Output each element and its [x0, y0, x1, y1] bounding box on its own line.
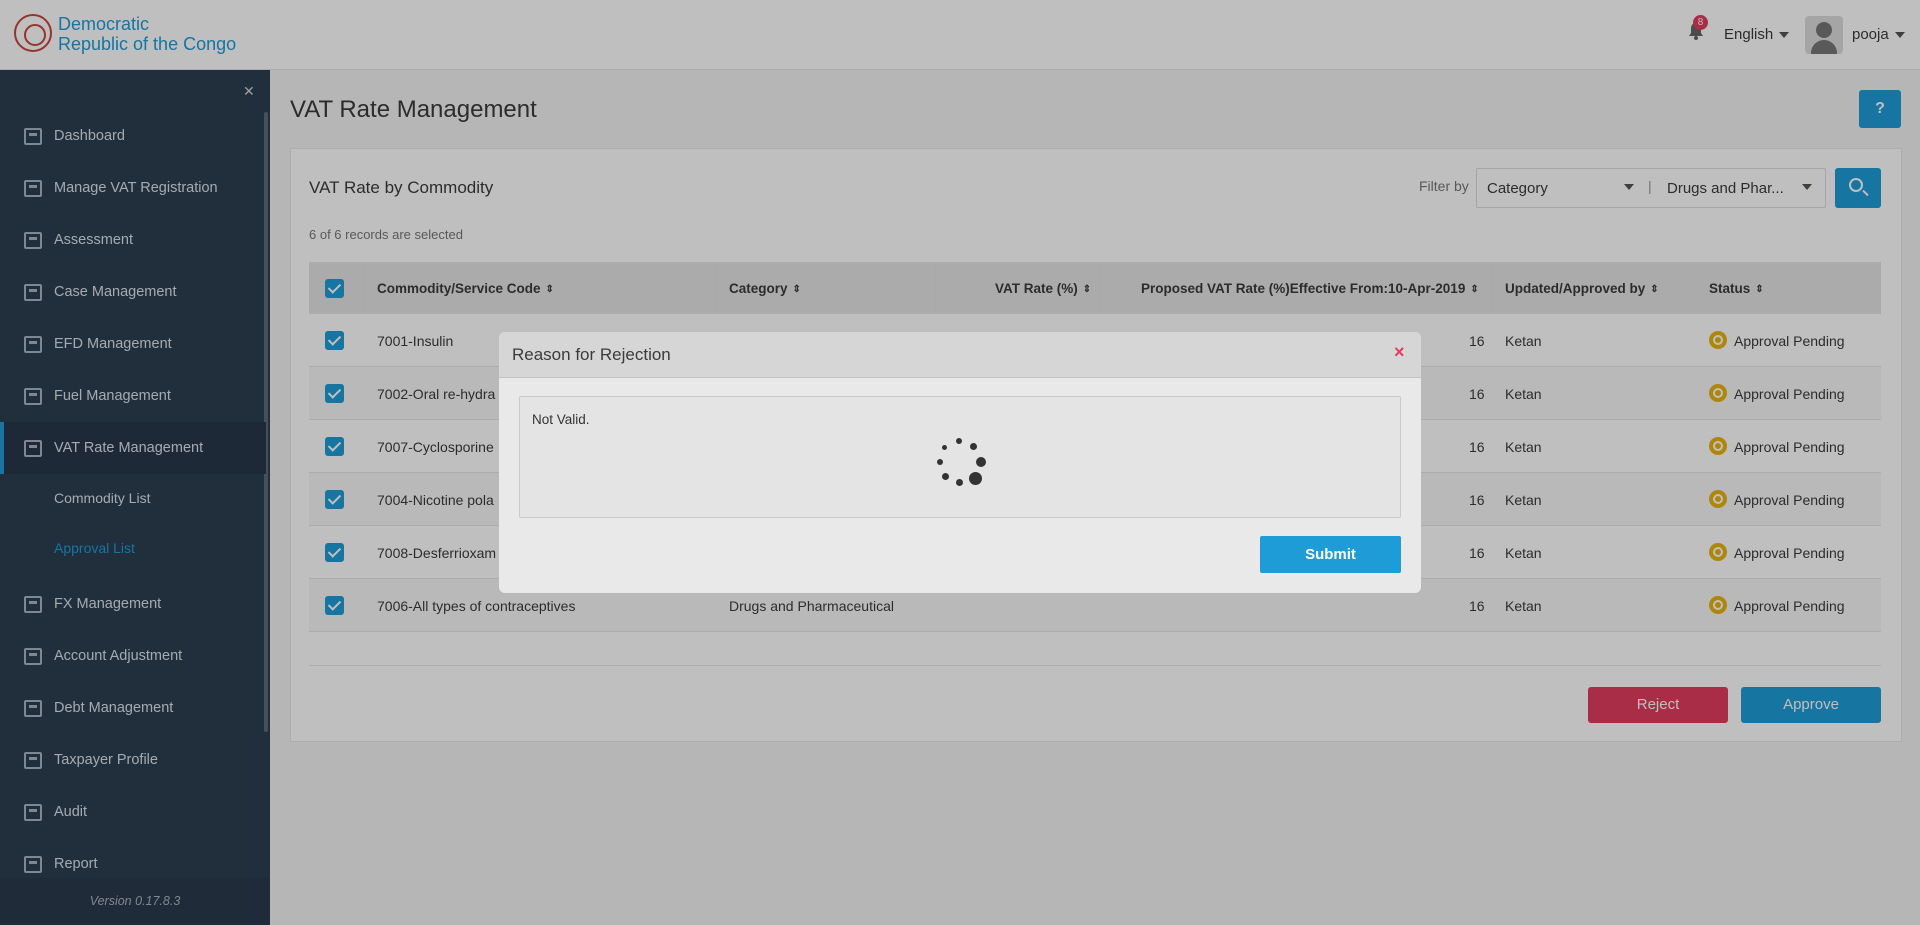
close-icon[interactable]: × [1394, 342, 1405, 363]
loading-spinner-icon [934, 438, 994, 498]
dialog-header: Reason for Rejection × [499, 332, 1421, 378]
dialog-title: Reason for Rejection [512, 345, 671, 364]
reason-text: Not Valid. [532, 412, 590, 427]
rejection-reason-dialog: Reason for Rejection × Not Valid. Submit [499, 332, 1421, 593]
submit-button[interactable]: Submit [1260, 536, 1401, 573]
